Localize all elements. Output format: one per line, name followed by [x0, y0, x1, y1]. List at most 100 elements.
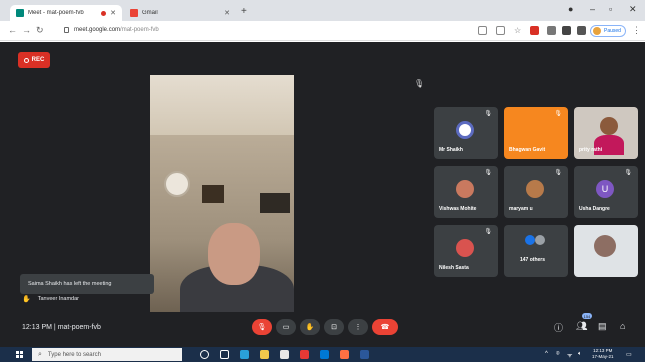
info-icon[interactable]: ⓘ	[554, 321, 563, 334]
participant-tile[interactable]	[574, 225, 638, 277]
taskbar: ⌕ Type here to search ^ ⌾ ᯤ 🔈︎ 12:13 PM …	[0, 347, 645, 362]
url-path: /mat-poem-fvb	[120, 27, 159, 33]
mail-icon[interactable]	[320, 350, 329, 359]
new-tab-button[interactable]: +	[241, 6, 247, 17]
present-icon: ⊡	[331, 324, 337, 331]
muted-mic-icon: 🎙︎	[554, 111, 562, 117]
tab-meet[interactable]: Meet - mat-poem-fvb ✕	[10, 5, 122, 21]
install-icon[interactable]	[478, 26, 487, 35]
meeting-details[interactable]: 12:13 PM | mat-poem-fvb	[22, 324, 101, 331]
cortana-icon[interactable]	[200, 350, 209, 359]
participant-tile[interactable]: 🎙︎ U Usha Dangre	[574, 166, 638, 218]
chrome-icon[interactable]	[300, 350, 309, 359]
participant-tile[interactable]: 🎙︎ Mr Shaikh	[434, 107, 498, 159]
chat-icon[interactable]: ▤	[598, 321, 607, 332]
browser-tab-bar: Meet - mat-poem-fvb ✕ Gmail ✕ + ● – ▫ ✕	[0, 0, 645, 21]
hand-icon: ✋	[305, 324, 315, 331]
participant-tile[interactable]: 🎙︎ Nilesh Sasta	[434, 225, 498, 277]
forward-icon[interactable]: →	[22, 25, 31, 35]
mic-off-icon: 🎙︎	[257, 324, 267, 331]
participant-tile[interactable]: 147 others	[504, 225, 568, 277]
clock-date: 17-May-21	[592, 354, 614, 359]
participant-tile[interactable]: prity rathi	[574, 107, 638, 159]
video-wall-clock	[164, 171, 190, 197]
share-icon[interactable]	[496, 26, 505, 35]
tab-title: Meet - mat-poem-fvb	[28, 10, 84, 16]
camera-toggle-button[interactable]: ▭	[276, 319, 296, 335]
avatar	[600, 117, 618, 135]
windows-start-icon[interactable]	[16, 351, 23, 358]
extension-icon[interactable]	[530, 26, 539, 35]
muted-mic-icon: 🎙︎	[484, 170, 492, 176]
end-call-icon: ☎	[380, 324, 390, 331]
avatar	[526, 180, 544, 198]
more-options-button[interactable]: ⋮	[348, 319, 368, 335]
people-count-badge: 154	[582, 313, 592, 319]
word-icon[interactable]	[360, 350, 369, 359]
avatar	[456, 239, 474, 257]
file-explorer-icon[interactable]	[260, 350, 269, 359]
wifi-icon[interactable]: ᯤ	[567, 351, 572, 359]
close-tab-icon[interactable]: ✕	[110, 9, 116, 17]
tray-chevron-icon[interactable]: ^	[545, 351, 548, 357]
maximize-button[interactable]: ▫	[609, 4, 612, 14]
extension-icon[interactable]	[547, 26, 556, 35]
participant-tile[interactable]: 🎙︎ maryam u	[504, 166, 568, 218]
gmail-favicon-icon	[130, 9, 138, 17]
address-bar[interactable]: meet.google.com/mat-poem-fvb	[74, 27, 159, 33]
recording-badge: REC	[18, 52, 50, 68]
activities-icon[interactable]: ⌂	[620, 321, 625, 331]
meet-stage: REC 🎙︎ 🎙︎ Mr Shaikh 🎙︎ Bhagwan Gavit pri…	[0, 42, 645, 347]
present-button[interactable]: ⊡	[324, 319, 344, 335]
muted-mic-icon: 🎙︎	[484, 229, 492, 235]
minimize-button[interactable]: –	[590, 4, 595, 14]
mic-toggle-button[interactable]: 🎙︎	[252, 319, 272, 335]
menu-icon[interactable]: ⋮	[632, 25, 641, 36]
taskbar-clock[interactable]: 12:13 PM 17-May-21	[592, 348, 614, 360]
profile-button[interactable]: Paused	[590, 25, 626, 37]
notification-toast: Saima Shaikh has left the meeting	[20, 274, 154, 294]
search-icon: ⌕	[38, 350, 42, 358]
extension-icon[interactable]	[562, 26, 571, 35]
leave-call-button[interactable]: ☎	[372, 319, 398, 335]
meet-favicon-icon	[16, 9, 24, 17]
meeting-code: mat-poem-fvb	[57, 324, 101, 331]
tab-title: Gmail	[142, 10, 158, 16]
avatar	[525, 235, 535, 245]
task-view-icon[interactable]	[220, 350, 229, 359]
avatar: U	[596, 180, 614, 198]
taskbar-search[interactable]: ⌕ Type here to search	[32, 348, 182, 361]
participant-name: maryam u	[509, 206, 533, 212]
edge-icon[interactable]	[240, 350, 249, 359]
notifications-icon[interactable]: ▭	[626, 351, 632, 358]
reload-icon[interactable]: ↻	[36, 25, 44, 36]
participant-tile[interactable]: 🎙︎ Bhagwan Gavit	[504, 107, 568, 159]
participant-name: Vishwas Mohite	[439, 206, 477, 212]
video-picture-frame	[202, 185, 224, 203]
close-window-button[interactable]: ✕	[629, 4, 637, 15]
raise-hand-button[interactable]: ✋	[300, 319, 320, 335]
media-control-icon[interactable]: ●	[568, 4, 573, 14]
avatar	[594, 235, 616, 257]
raised-hand-notice[interactable]: ✋ Tanveer Inamdar	[22, 295, 79, 303]
rec-label: REC	[31, 57, 45, 63]
participant-tile[interactable]: 🎙︎ Vishwas Mohite	[434, 166, 498, 218]
people-icon[interactable]: 👥︎	[576, 321, 587, 332]
puzzle-icon[interactable]	[577, 26, 586, 35]
raised-hand-name: Tanveer Inamdar	[37, 296, 79, 302]
volume-icon[interactable]: 🔈︎	[578, 351, 582, 358]
store-icon[interactable]	[280, 350, 289, 359]
profile-status: Paused	[604, 28, 621, 34]
back-icon[interactable]: ←	[8, 25, 17, 35]
tab-gmail[interactable]: Gmail ✕	[124, 5, 236, 21]
participant-name: Mr Shaikh	[439, 147, 463, 153]
participant-name: 147 others	[520, 257, 546, 263]
network-icon[interactable]: ⌾	[556, 351, 560, 358]
muted-mic-icon: 🎙︎	[624, 170, 632, 176]
avatar	[456, 121, 474, 139]
star-icon[interactable]: ☆	[514, 26, 523, 35]
search-placeholder: Type here to search	[47, 351, 101, 358]
muted-mic-icon: 🎙︎	[414, 79, 425, 88]
app-icon[interactable]	[340, 350, 349, 359]
close-tab-icon[interactable]: ✕	[224, 9, 230, 17]
